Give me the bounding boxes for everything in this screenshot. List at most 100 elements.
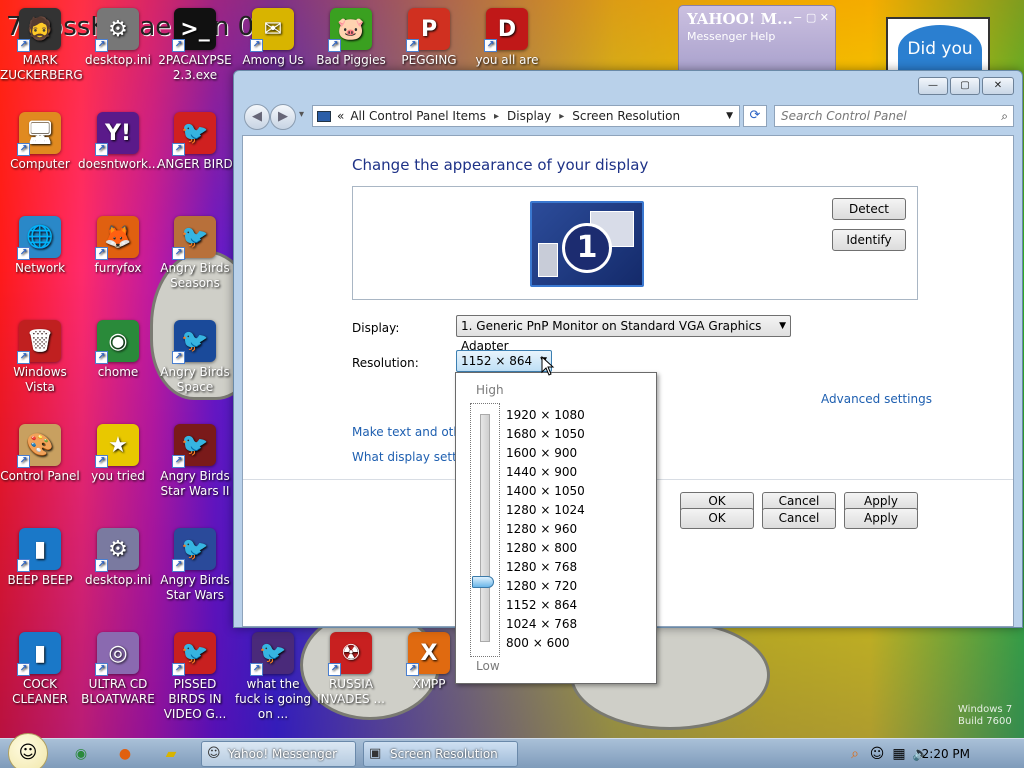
yahoo-messenger-widget[interactable]: YAHOO! M... Messenger Help − ▢ ✕	[678, 5, 836, 75]
display-select[interactable]: 1. Generic PnP Monitor on Standard VGA G…	[456, 315, 791, 353]
app-icon: ◉ ↗	[95, 320, 139, 364]
network-icon[interactable]: ▦	[888, 743, 910, 765]
desktop-icon[interactable]: Y! ↗ doesntwork...	[78, 112, 160, 172]
desktop-icon[interactable]: 🐦 ↗ what the fuck is going on ...	[233, 632, 313, 722]
resolution-option[interactable]: 1920 × 1080	[506, 408, 585, 422]
address-bar[interactable]: « All Control Panel Items ▸ Display ▸ Sc…	[312, 105, 740, 127]
search-icon[interactable]: ⌕	[1001, 106, 1008, 126]
desktop-icon[interactable]: 🐦 ↗ Angry Birds Star Wars II	[155, 424, 235, 499]
start-button[interactable]: ☺	[8, 733, 48, 768]
resolution-option[interactable]: 800 × 600	[506, 636, 570, 650]
resolution-slider-track[interactable]	[470, 403, 500, 657]
history-dropdown-icon[interactable]: ▾	[299, 109, 304, 120]
breadcrumb-separator-icon: ▸	[493, 110, 500, 122]
did-you-widget[interactable]: Did you	[886, 17, 990, 73]
breadcrumb-all-control-panel-items[interactable]: All Control Panel Items	[350, 109, 486, 123]
identify-button[interactable]: Identify	[832, 229, 906, 251]
taskbar: ☺ ◉ ● ▰ ☺ Yahoo! Messenger ▣ Screen Reso…	[0, 733, 1024, 768]
address-dropdown-icon[interactable]: ▼	[726, 111, 733, 121]
resolution-option[interactable]: 1400 × 1050	[506, 484, 585, 498]
search-icon[interactable]: ⌕	[844, 743, 866, 765]
desktop-icon-label: doesntwork...	[78, 157, 160, 171]
resolution-option[interactable]: 1440 × 900	[506, 465, 577, 479]
desktop-icon[interactable]: ▮ ↗ BEEP BEEP	[0, 528, 80, 588]
maximize-button[interactable]: ▢	[950, 77, 980, 95]
desktop-icon[interactable]: >_ ↗ 2PACALYPSE 2.3.exe	[155, 8, 235, 83]
desktop-icon[interactable]: 🧔 ↗ MARK ZUCKERBERG	[0, 8, 83, 83]
resolution-dropdown[interactable]: High 1920 × 1080 1680 × 1050 1600 × 900 144…	[455, 372, 657, 684]
shortcut-arrow-icon: ↗	[95, 455, 108, 468]
advanced-settings-link[interactable]: Advanced settings	[821, 392, 932, 406]
resolution-option[interactable]: 1280 × 960	[506, 522, 577, 536]
yahoo-menu[interactable]: Messenger Help	[687, 30, 775, 43]
desktop-icon[interactable]: ⚙ ↗ desktop.ini	[78, 528, 158, 588]
taskbar-yahoo-messenger[interactable]: ☺ Yahoo! Messenger	[201, 741, 356, 767]
clock[interactable]: 2:20 PM	[922, 747, 970, 761]
forward-button[interactable]: ▶	[270, 104, 296, 130]
desktop-icon[interactable]: 🗑 ↗ Windows Vista	[0, 320, 80, 395]
app-icon: ☢ ↗	[328, 632, 372, 676]
folder-pinned-icon[interactable]: ▰	[160, 743, 182, 765]
resolution-select[interactable]: 1152 × 864 ▼	[456, 350, 552, 372]
apply-button[interactable]: Apply	[844, 508, 918, 529]
resolution-option[interactable]: 1280 × 768	[506, 560, 577, 574]
desktop-icon[interactable]: ✉ ↗ Among Us	[233, 8, 313, 68]
app-icon: 🌐 ↗	[17, 216, 61, 260]
refresh-icon[interactable]: ⟳	[743, 105, 767, 127]
detect-button[interactable]: Detect	[832, 198, 906, 220]
desktop-icon[interactable]: 🎨 ↗ Control Panel	[0, 424, 80, 484]
resolution-slider-thumb[interactable]	[472, 576, 494, 588]
close-button[interactable]: ✕	[982, 77, 1014, 95]
desktop-icon[interactable]: 🐷 ↗ Bad Piggies	[311, 8, 391, 68]
desktop-icon[interactable]: 🐦 ↗ Angry Birds Space	[155, 320, 235, 395]
desktop-icon-label: RUSSIA INVADES ...	[317, 677, 385, 706]
search-input[interactable]: Search Control Panel ⌕	[774, 105, 1014, 127]
app-icon: 🐦 ↗	[172, 632, 216, 676]
taskbar-screen-resolution[interactable]: ▣ Screen Resolution	[363, 741, 518, 767]
desktop-icon[interactable]: ▮ ↗ COCK CLEANER	[0, 632, 80, 707]
desktop-icon[interactable]: 🐦 ↗ ANGER BIRD	[155, 112, 235, 172]
desktop-icon[interactable]: ◉ ↗ chome	[78, 320, 158, 380]
desktop-icon[interactable]: 🐦 ↗ Angry Birds Star Wars	[155, 528, 235, 603]
page-title: Change the appearance of your display	[352, 156, 649, 174]
resolution-option[interactable]: 1680 × 1050	[506, 427, 585, 441]
breadcrumb-display[interactable]: Display	[507, 109, 551, 123]
yahoo-window-controls[interactable]: − ▢ ✕	[793, 11, 829, 24]
desktop-icon[interactable]: ◎ ↗ ULTRA CD BLOATWARE	[78, 632, 158, 707]
desktop-icon[interactable]: ★ ↗ you tried	[78, 424, 158, 484]
desktop-icon-label: Control Panel	[0, 469, 80, 483]
desktop-icon[interactable]: 🖥 ↗ Computer	[0, 112, 80, 172]
desktop-icon[interactable]: 🐦 ↗ PISSED BIRDS IN VIDEO G...	[155, 632, 235, 722]
desktop-icon[interactable]: 🐦 ↗ Angry Birds Seasons	[155, 216, 235, 291]
shortcut-arrow-icon: ↗	[406, 663, 419, 676]
firefox-pinned-icon[interactable]: ●	[114, 743, 136, 765]
cancel-button[interactable]: Cancel	[762, 508, 836, 529]
ok-button[interactable]: OK	[680, 508, 754, 529]
app-icon: 🐦 ↗	[172, 424, 216, 468]
shortcut-arrow-icon: ↗	[172, 455, 185, 468]
minimize-button[interactable]: —	[918, 77, 948, 95]
task-label: Screen Resolution	[390, 747, 498, 761]
resolution-option[interactable]: 1280 × 800	[506, 541, 577, 555]
desktop-icon[interactable]: D ↗ you all are	[467, 8, 547, 68]
chrome-pinned-icon[interactable]: ◉	[70, 743, 92, 765]
breadcrumb-root[interactable]: «	[337, 109, 344, 123]
resolution-option[interactable]: 1600 × 900	[506, 446, 577, 460]
desktop-icon-label: chome	[97, 365, 139, 379]
desktop-icon[interactable]: 🌐 ↗ Network	[0, 216, 80, 276]
monitor-1-icon[interactable]: 1	[530, 201, 644, 287]
shortcut-arrow-icon: ↗	[484, 39, 497, 52]
screen-resolution-icon: ▣	[369, 746, 382, 761]
monitor-number: 1	[562, 223, 612, 273]
resolution-option[interactable]: 1280 × 1024	[506, 503, 585, 517]
desktop-icon[interactable]: ☢ ↗ RUSSIA INVADES ...	[311, 632, 391, 707]
desktop-icon[interactable]: P ↗ PEGGING	[389, 8, 469, 68]
resolution-option[interactable]: 1280 × 720	[506, 579, 577, 593]
back-button[interactable]: ◀	[244, 104, 270, 130]
breadcrumb-screen-resolution[interactable]: Screen Resolution	[572, 109, 680, 123]
desktop-icon[interactable]: ⚙ ↗ desktop.ini	[78, 8, 158, 68]
desktop-icon[interactable]: 🦊 ↗ furryfox	[78, 216, 158, 276]
resolution-option[interactable]: 1024 × 768	[506, 617, 577, 631]
yahoo-tray-icon[interactable]: ☺	[866, 743, 888, 765]
resolution-option[interactable]: 1152 × 864	[506, 598, 577, 612]
